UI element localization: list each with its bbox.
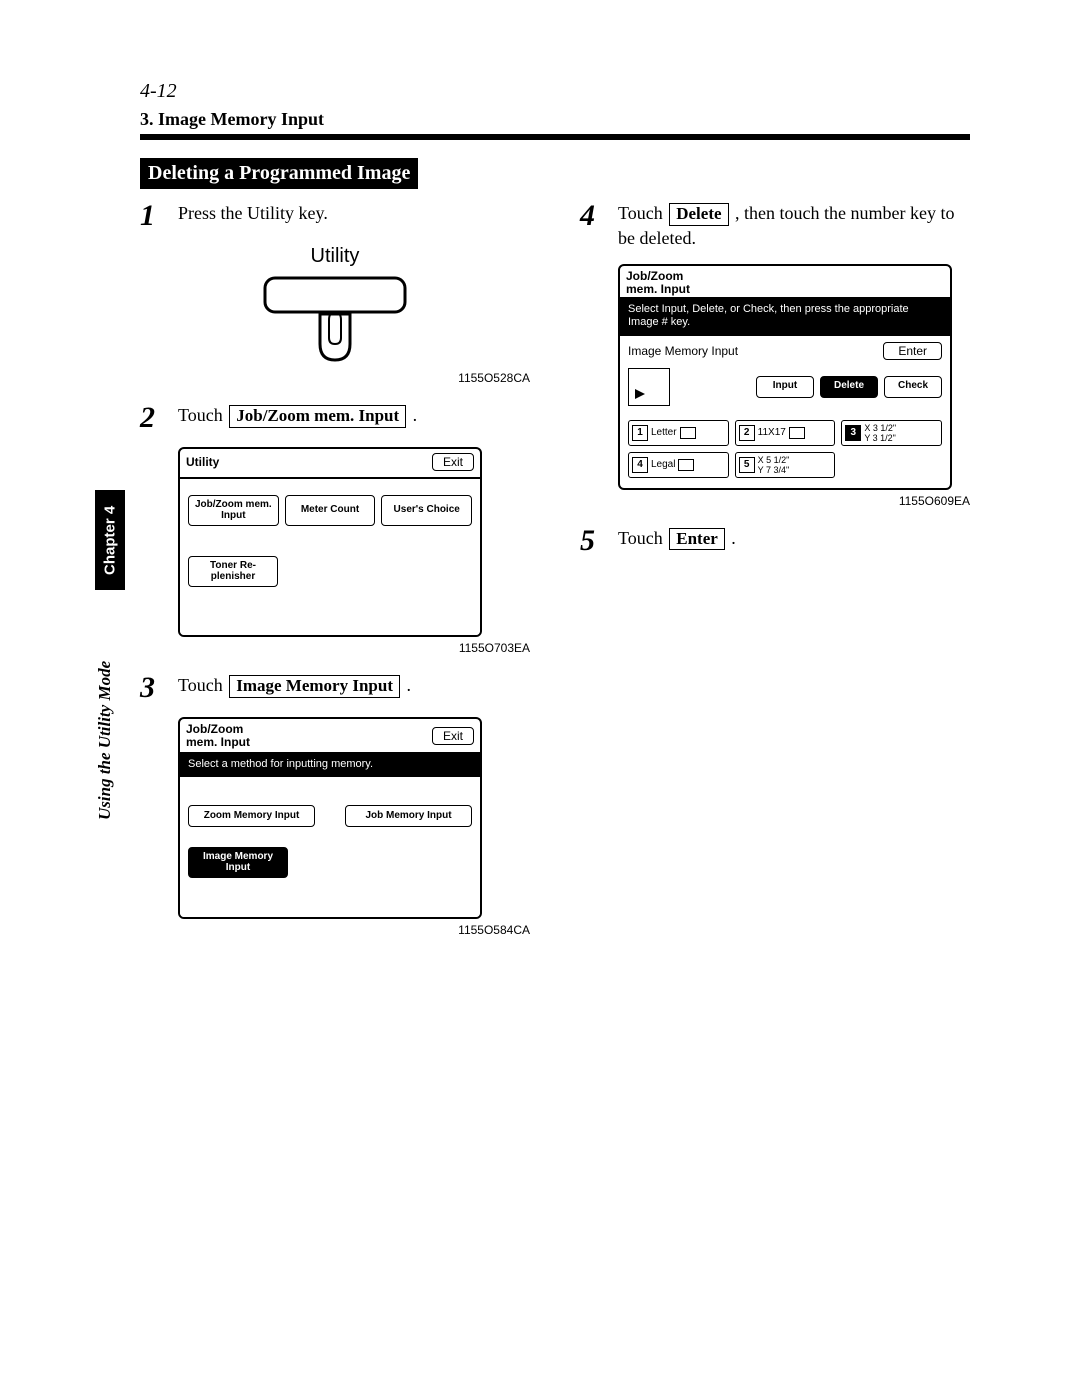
figure-caption: 1155O703EA — [178, 641, 530, 655]
orientation-icon — [789, 427, 805, 439]
image-memory-input-screen: Job/Zoom mem. Input Select Input, Delete… — [618, 264, 952, 490]
image-slot-3[interactable]: 3 X 3 1/2" Y 3 1/2" — [841, 420, 942, 446]
input-mode-button[interactable]: Input — [756, 376, 814, 398]
delete-mode-button[interactable]: Delete — [820, 376, 878, 398]
image-slot-1[interactable]: 1 Letter — [628, 420, 729, 446]
orientation-icon — [678, 459, 694, 471]
meter-count-button[interactable]: Meter Count — [285, 495, 376, 526]
section-heading: 3. Image Memory Input — [140, 109, 970, 130]
enter-button[interactable]: Enter — [883, 342, 942, 360]
jobzoom-mem-input-button[interactable]: Job/Zoom mem. Input — [188, 495, 279, 526]
job-memory-input-button[interactable]: Job Memory Input — [345, 805, 472, 827]
step-number: 2 — [140, 403, 164, 433]
chapter-tab: Chapter 4 — [95, 490, 125, 590]
text: . — [413, 405, 418, 425]
slot-label: Legal — [651, 459, 675, 470]
slot-label: Letter — [651, 427, 677, 438]
jobzoom-input-key: Job/Zoom mem. Input — [229, 405, 406, 428]
mode-label: Image Memory Input — [628, 344, 738, 358]
arrow-right-icon — [635, 389, 645, 399]
screen-title: Job/Zoom mem. Input — [186, 723, 250, 748]
step-text: Press the Utility key. — [178, 201, 530, 231]
step-number: 3 — [140, 673, 164, 703]
text: Touch — [618, 528, 667, 548]
exit-button[interactable]: Exit — [432, 453, 474, 471]
slot-number: 2 — [739, 425, 755, 441]
text: . — [407, 675, 412, 695]
exit-button[interactable]: Exit — [432, 727, 474, 745]
page-number: 4-12 — [140, 80, 970, 103]
running-side-text: Using the Utility Mode — [95, 600, 115, 820]
slot-label: X 5 1/2" Y 7 3/4" — [758, 455, 790, 475]
figure-caption: 1155O528CA — [178, 371, 530, 385]
image-memory-input-key: Image Memory Input — [229, 675, 400, 698]
step-5: 5 Touch Enter . — [580, 526, 970, 556]
text: Touch — [178, 675, 227, 695]
step-text: Touch Image Memory Input . — [178, 673, 530, 703]
finger-press-icon — [245, 274, 425, 364]
header-rule — [140, 134, 970, 140]
figure-caption: 1155O584CA — [178, 923, 530, 937]
zoom-memory-input-button[interactable]: Zoom Memory Input — [188, 805, 315, 827]
slot-label: X 3 1/2" Y 3 1/2" — [864, 423, 896, 443]
topic-heading: Deleting a Programmed Image — [140, 158, 418, 189]
jobzoom-screen: Job/Zoom mem. Input Exit Select a method… — [178, 717, 482, 919]
step-number: 4 — [580, 201, 604, 250]
screen-message: Select a method for inputting memory. — [180, 752, 480, 777]
utility-key-label: Utility — [245, 245, 425, 268]
image-slot-4[interactable]: 4 Legal — [628, 452, 729, 478]
slot-number: 1 — [632, 425, 648, 441]
image-slot-2[interactable]: 2 11X17 — [735, 420, 836, 446]
step-number: 1 — [140, 201, 164, 231]
orientation-icon — [680, 427, 696, 439]
text: Touch — [178, 405, 227, 425]
divider — [180, 477, 480, 479]
utility-key-figure: Utility — [245, 245, 425, 369]
image-memory-input-button[interactable]: Image Memory Input — [188, 847, 288, 878]
slot-number: 3 — [845, 425, 861, 441]
screen-title: Job/Zoom mem. Input — [626, 270, 690, 295]
toner-replenisher-button[interactable]: Toner Re- plenisher — [188, 556, 278, 587]
step-text: Touch Enter . — [618, 526, 970, 556]
step-3: 3 Touch Image Memory Input . — [140, 673, 530, 703]
users-choice-button[interactable]: User's Choice — [381, 495, 472, 526]
image-slot-5[interactable]: 5 X 5 1/2" Y 7 3/4" — [735, 452, 836, 478]
delete-key: Delete — [669, 203, 728, 226]
step-2: 2 Touch Job/Zoom mem. Input . — [140, 403, 530, 433]
text: . — [731, 528, 736, 548]
screen-message: Select Input, Delete, or Check, then pre… — [620, 297, 950, 335]
step-number: 5 — [580, 526, 604, 556]
slot-label: 11X17 — [758, 427, 786, 438]
text: Touch — [618, 203, 667, 223]
utility-screen: Utility Exit Job/Zoom mem. Input Meter C… — [178, 447, 482, 637]
check-mode-button[interactable]: Check — [884, 376, 942, 398]
slot-number: 5 — [739, 457, 755, 473]
step-4: 4 Touch Delete , then touch the number k… — [580, 201, 970, 250]
enter-key: Enter — [669, 528, 725, 551]
step-text: Touch Job/Zoom mem. Input . — [178, 403, 530, 433]
image-slot-empty — [841, 452, 942, 478]
screen-title: Utility — [186, 456, 219, 469]
slot-number: 4 — [632, 457, 648, 473]
page-icon — [628, 368, 670, 406]
step-1: 1 Press the Utility key. — [140, 201, 530, 231]
figure-caption: 1155O609EA — [618, 494, 970, 508]
step-text: Touch Delete , then touch the number key… — [618, 201, 970, 250]
